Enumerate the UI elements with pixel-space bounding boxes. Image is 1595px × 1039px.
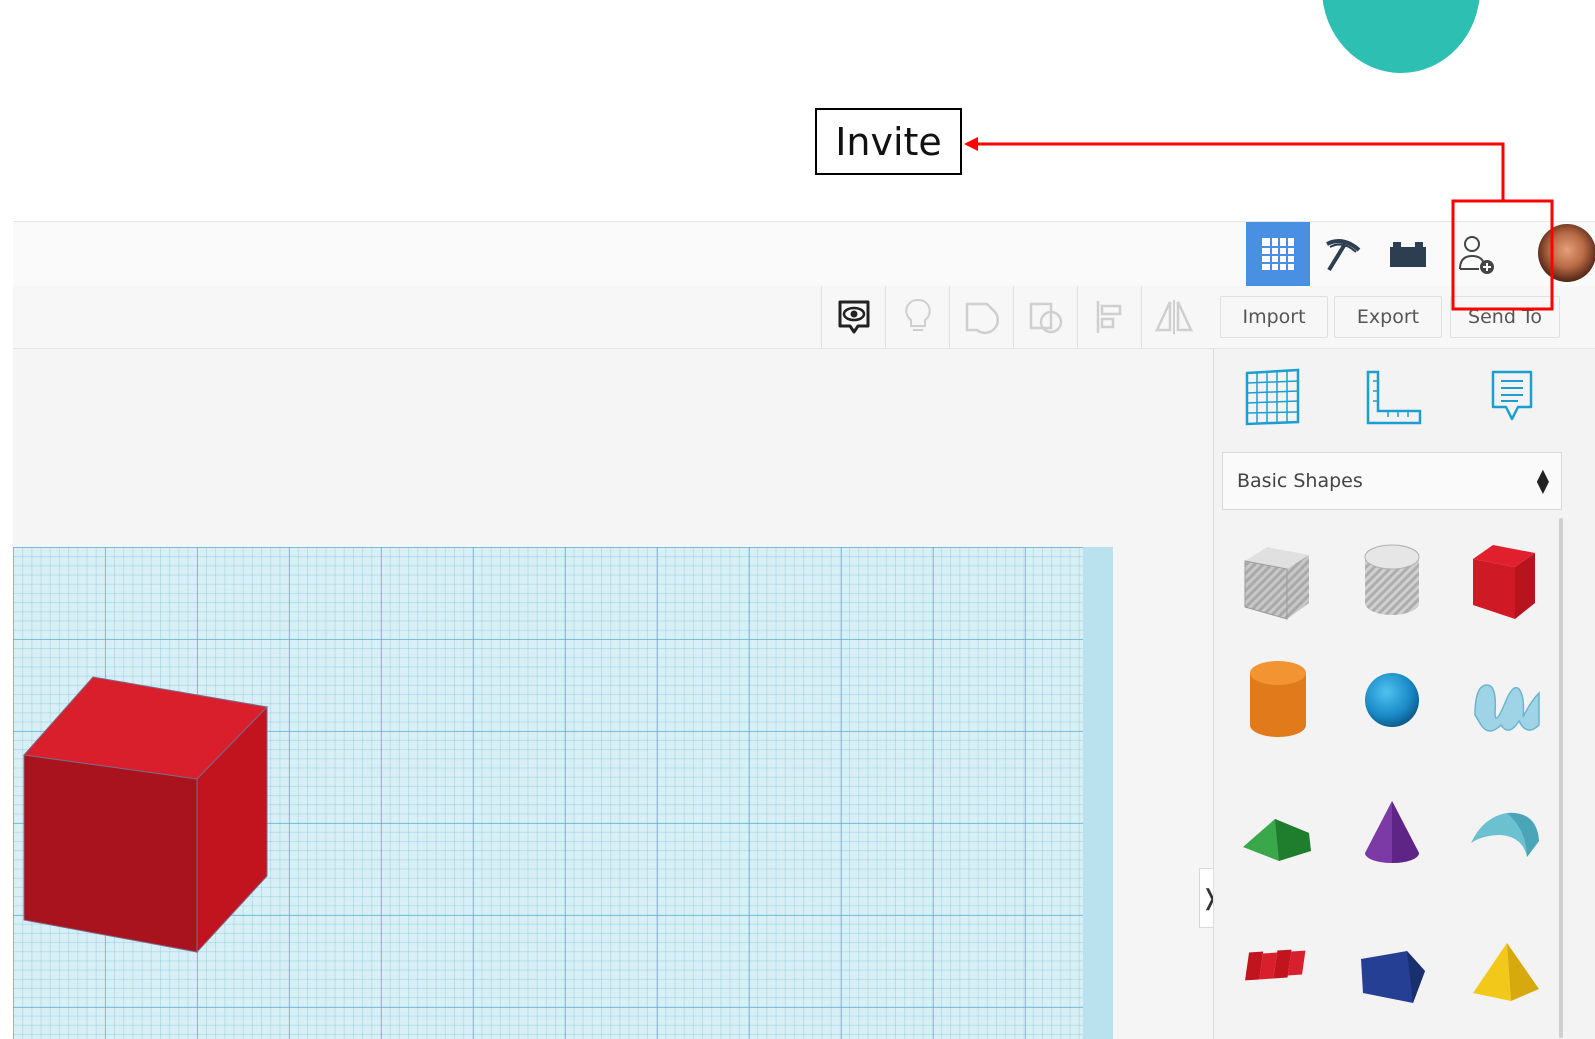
show-all-icon (838, 300, 870, 334)
bricks-icon (1390, 242, 1426, 267)
align-button[interactable] (1077, 286, 1142, 348)
invite-callout-label: Invite (815, 108, 962, 175)
top-bar (13, 221, 1595, 287)
shape-category-select[interactable]: Basic Shapes ▲ ▼ (1222, 452, 1562, 510)
cone-shape[interactable] (1347, 787, 1437, 877)
scribble-shape[interactable] (1461, 655, 1551, 745)
roof-shape[interactable] (1233, 787, 1323, 877)
ungroup-icon (1029, 302, 1063, 334)
text-shape[interactable] (1233, 919, 1323, 1009)
send-to-button[interactable]: Send To (1450, 296, 1560, 338)
pickaxe-icon (1326, 239, 1361, 272)
grid-view-button[interactable] (1246, 222, 1310, 286)
round-roof-shape[interactable] (1461, 787, 1551, 877)
cylinder-hole-shape[interactable] (1347, 533, 1437, 623)
cylinder-shape[interactable] (1233, 655, 1323, 745)
pyramid-shape[interactable] (1461, 919, 1551, 1009)
user-avatar[interactable] (1538, 224, 1595, 282)
group-button[interactable] (949, 286, 1014, 348)
show-all-button[interactable] (821, 286, 886, 348)
group-icon (965, 302, 1000, 335)
import-button[interactable]: Import (1220, 296, 1328, 338)
polygon-shape[interactable] (1347, 919, 1437, 1009)
annotation-arrowhead (964, 137, 978, 151)
mirror-button[interactable] (1141, 286, 1206, 348)
red-box-object[interactable] (13, 349, 313, 1039)
align-icon (1096, 301, 1122, 333)
invite-person-icon (1459, 236, 1494, 274)
codeblocks-button[interactable] (1311, 222, 1375, 286)
annotation-arrow-line (975, 142, 1505, 201)
shapes-scrollbar[interactable] (1559, 518, 1563, 1038)
brand-accent-shape (1322, 0, 1480, 73)
sphere-shape[interactable] (1347, 655, 1437, 745)
grid-view-icon (1262, 238, 1294, 270)
tinkercad-app: Import Export Send To ❭ Basic Shapes ▲ ▼ (13, 221, 1595, 1039)
export-button[interactable]: Export (1334, 296, 1442, 338)
edit-toolbar: Import Export Send To (13, 286, 1595, 349)
workplane-viewport[interactable] (13, 349, 1213, 1039)
lightbulb-icon (905, 298, 931, 331)
notes-toggle-button[interactable] (885, 286, 950, 348)
notes-icon[interactable] (1488, 369, 1536, 427)
workplane-icon[interactable] (1244, 367, 1302, 427)
mirror-icon (1155, 300, 1193, 334)
bricks-button[interactable] (1376, 222, 1440, 286)
box-hole-shape[interactable] (1233, 533, 1323, 623)
invite-button[interactable] (1443, 222, 1507, 286)
select-caret-icon: ▲ ▼ (1536, 465, 1549, 496)
ruler-icon[interactable] (1364, 369, 1424, 427)
ungroup-button[interactable] (1013, 286, 1078, 348)
shape-category-value: Basic Shapes (1237, 470, 1363, 492)
box-shape[interactable] (1461, 533, 1551, 623)
